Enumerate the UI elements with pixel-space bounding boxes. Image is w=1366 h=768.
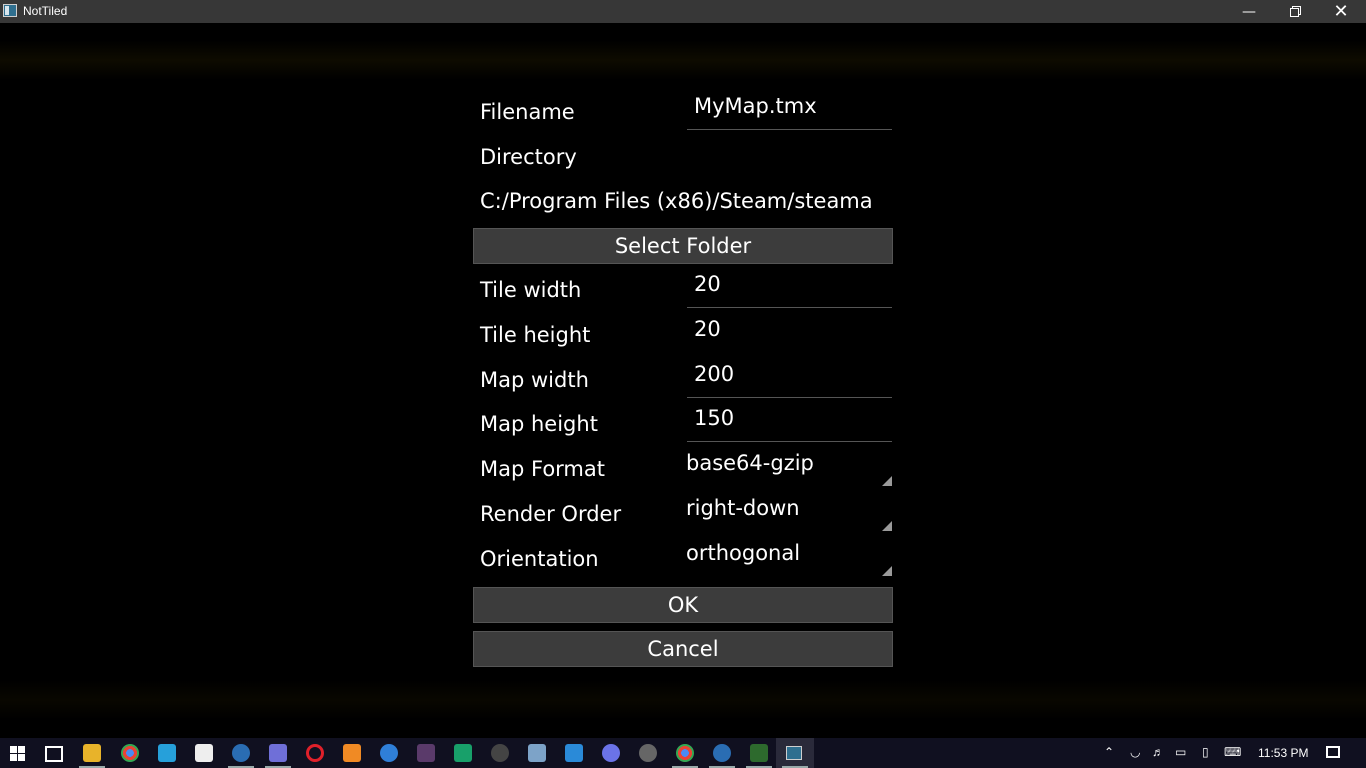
steam-icon[interactable]: [232, 744, 250, 762]
ok-button[interactable]: OK: [473, 587, 893, 623]
map-format-select[interactable]: base64-gzip: [686, 449, 892, 487]
nottiled-icon[interactable]: [786, 746, 802, 760]
minimize-button[interactable]: —: [1226, 0, 1272, 23]
discord-icon[interactable]: [602, 744, 620, 762]
render-order-select[interactable]: right-down: [686, 494, 892, 532]
tile-height-field[interactable]: 20: [687, 315, 892, 353]
volume-icon[interactable]: ♬: [1152, 745, 1164, 759]
sublime-icon[interactable]: [343, 744, 361, 762]
close-icon: ✕: [1333, 1, 1349, 22]
windows-start-icon[interactable]: [10, 746, 25, 761]
steam-icon[interactable]: [713, 744, 731, 762]
render-order-value: right-down: [686, 496, 800, 520]
tile-width-value: 20: [694, 272, 721, 296]
select-folder-button[interactable]: Select Folder: [473, 228, 893, 264]
obs-icon[interactable]: [491, 744, 509, 762]
map-width-label: Map width: [480, 368, 589, 392]
filename-value: MyMap.tmx: [694, 94, 817, 118]
file-explorer-icon[interactable]: [83, 744, 101, 762]
app-a-icon[interactable]: [158, 744, 176, 762]
render-order-label: Render Order: [480, 502, 622, 526]
map-height-value: 150: [694, 406, 735, 430]
window-title: NotTiled: [23, 4, 68, 18]
taskbar-clock[interactable]: 11:53 PM: [1258, 746, 1308, 760]
game-icon[interactable]: [750, 744, 768, 762]
filename-field[interactable]: MyMap.tmx: [687, 92, 892, 130]
tile-height-value: 20: [694, 317, 721, 341]
task-view-icon[interactable]: [45, 746, 63, 762]
bluetooth-icon[interactable]: [380, 744, 398, 762]
chevron-up-icon[interactable]: ⌃: [1104, 745, 1114, 759]
background-glow: [0, 40, 1366, 80]
tasks-icon[interactable]: [269, 744, 287, 762]
vscode-icon[interactable]: [565, 744, 583, 762]
close-button[interactable]: ✕: [1318, 0, 1364, 23]
dropdown-arrow-icon: [882, 566, 892, 576]
map-height-label: Map height: [480, 412, 598, 436]
radiation-icon[interactable]: [639, 744, 657, 762]
wifi-icon[interactable]: ◡: [1130, 745, 1140, 759]
opera-icon[interactable]: [306, 744, 324, 762]
orientation-select[interactable]: orthogonal: [686, 539, 892, 577]
map-format-label: Map Format: [480, 457, 605, 481]
chrome-icon[interactable]: [676, 744, 694, 762]
keyboard-icon[interactable]: ⌨: [1224, 745, 1241, 759]
filename-label: Filename: [480, 100, 575, 124]
tile-width-label: Tile width: [480, 278, 582, 302]
dropdown-arrow-icon: [882, 476, 892, 486]
title-bar: NotTiled — ✕: [0, 0, 1366, 23]
restore-icon: [1289, 6, 1301, 17]
restore-button[interactable]: [1272, 0, 1318, 23]
directory-label: Directory: [480, 145, 577, 169]
orientation-value: orthogonal: [686, 541, 801, 565]
chrome-icon[interactable]: [121, 744, 139, 762]
minimize-icon: —: [1242, 3, 1256, 20]
map-height-field[interactable]: 150: [687, 404, 892, 442]
cancel-button[interactable]: Cancel: [473, 631, 893, 667]
background-glow: [0, 680, 1366, 720]
app-icon[interactable]: [417, 744, 435, 762]
monitor-icon[interactable]: [454, 744, 472, 762]
taskbar: ⌃ ◡ ♬ ▭ ▯ ⌨ 11:53 PM: [0, 738, 1366, 768]
dropdown-arrow-icon: [882, 521, 892, 531]
tile-width-field[interactable]: 20: [687, 270, 892, 308]
app-icon: [3, 4, 17, 17]
usb-icon[interactable]: ▯: [1202, 745, 1209, 759]
tile-height-label: Tile height: [480, 323, 591, 347]
map-width-value: 200: [694, 362, 735, 386]
app-icon[interactable]: [195, 744, 213, 762]
orientation-label: Orientation: [480, 547, 599, 571]
notification-icon[interactable]: [1326, 746, 1340, 758]
battery-icon[interactable]: ▭: [1175, 745, 1186, 759]
map-format-value: base64-gzip: [686, 451, 814, 475]
directory-path: C:/Program Files (x86)/Steam/steama: [480, 189, 873, 213]
map-width-field[interactable]: 200: [687, 360, 892, 398]
remote-icon[interactable]: [528, 744, 546, 762]
